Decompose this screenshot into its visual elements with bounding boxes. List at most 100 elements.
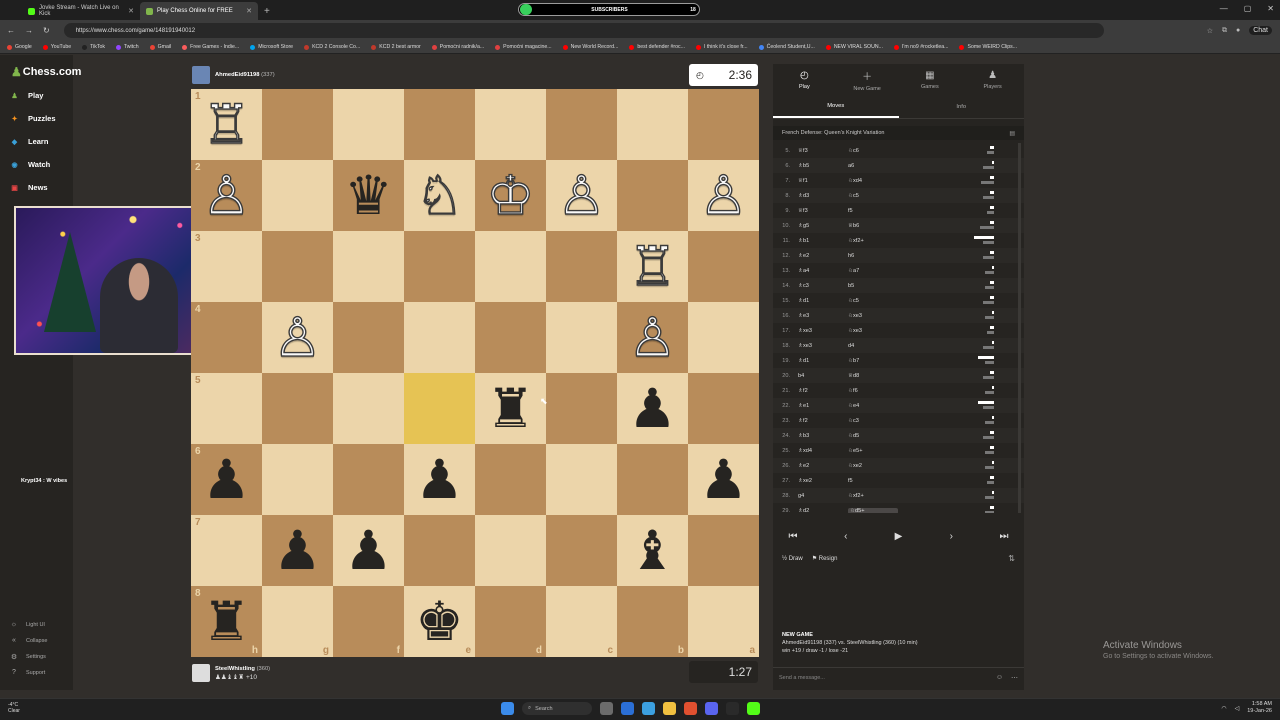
tab-play[interactable]: ◴ Play: [773, 64, 836, 95]
white-pawn-piece[interactable]: ♙: [202, 167, 252, 222]
square-f4[interactable]: [333, 302, 404, 373]
white-move[interactable]: ♗d1: [798, 298, 848, 304]
black-move[interactable]: b5: [848, 283, 898, 289]
white-move[interactable]: ♗xe3: [798, 343, 848, 349]
tab-new-game[interactable]: ＋ New Game: [836, 64, 899, 95]
black-king-piece[interactable]: ♚: [415, 594, 463, 649]
chesscom-logo[interactable]: ♟ Chess.com: [11, 65, 81, 79]
bookmark[interactable]: New World Record...: [562, 44, 618, 50]
white-move[interactable]: ♕f1: [798, 178, 848, 184]
bookmark[interactable]: KCD 2 Console Co...: [304, 44, 360, 50]
white-move[interactable]: ♗d2: [798, 508, 848, 514]
white-move[interactable]: ♗xe3: [798, 328, 848, 334]
black-move[interactable]: ♕b6: [848, 223, 898, 229]
black-pawn-piece[interactable]: ♟: [344, 523, 392, 578]
white-move[interactable]: ♗e2: [798, 253, 848, 259]
white-move[interactable]: ♗c3: [798, 283, 848, 289]
square-f6[interactable]: [333, 444, 404, 515]
white-pawn-piece[interactable]: ♙: [628, 309, 678, 364]
store-icon[interactable]: [621, 702, 634, 715]
top-player-name[interactable]: AhmedEid91198: [215, 72, 259, 78]
black-move[interactable]: f5: [848, 478, 898, 484]
tab-info[interactable]: Info: [899, 95, 1025, 118]
white-move[interactable]: b4: [798, 373, 848, 379]
sidebar-item-play[interactable]: ♟ Play: [10, 91, 43, 100]
avatar[interactable]: [192, 664, 210, 682]
square-h1[interactable]: 1 ♖: [191, 89, 262, 160]
white-move[interactable]: g4: [798, 493, 848, 499]
emoji-icon[interactable]: ☺: [996, 674, 1003, 682]
sidebar-footer-support[interactable]: ? Support: [10, 669, 45, 676]
black-pawn-piece[interactable]: ♟: [699, 452, 747, 507]
discord-icon[interactable]: [705, 702, 718, 715]
browser-tab[interactable]: Jovke Stream - Watch Live on Kick ✕: [22, 2, 140, 20]
play-moves-icon[interactable]: ▶: [888, 531, 910, 542]
reload-icon[interactable]: ↻: [43, 26, 50, 35]
tab-games[interactable]: ▦ Games: [899, 64, 962, 95]
bookmark[interactable]: KCD 2 best armor: [371, 44, 421, 50]
bookmark[interactable]: Pomoćni magacine...: [495, 44, 552, 50]
next-move-icon[interactable]: ›: [940, 531, 962, 542]
bookmark[interactable]: YouTube: [42, 44, 71, 50]
black-move[interactable]: ♘f6: [848, 388, 898, 394]
close-icon[interactable]: ✕: [1267, 4, 1274, 13]
square-a8[interactable]: a: [688, 586, 759, 657]
square-c1[interactable]: [546, 89, 617, 160]
clock[interactable]: 1:58 AM 19-Jan-26: [1247, 701, 1272, 715]
white-rook-piece[interactable]: ♖: [628, 238, 678, 293]
white-king-piece[interactable]: ♔: [486, 167, 536, 222]
move-list-scrollbar[interactable]: [1018, 143, 1021, 513]
square-h2[interactable]: 2 ♙: [191, 160, 262, 231]
more-icon[interactable]: ⋯: [1011, 674, 1018, 682]
black-move[interactable]: ♘d5+: [848, 507, 898, 513]
square-d8[interactable]: d: [475, 586, 546, 657]
black-move[interactable]: ♘xe2: [848, 463, 898, 469]
bookmark[interactable]: Gmail: [149, 44, 171, 50]
bookmark[interactable]: Google: [7, 44, 32, 50]
white-move[interactable]: ♗e2: [798, 463, 848, 469]
black-move[interactable]: a6: [848, 163, 898, 169]
white-move[interactable]: ♗b5: [798, 163, 848, 169]
close-tab-icon[interactable]: ✕: [128, 7, 134, 15]
square-h5[interactable]: 5: [191, 373, 262, 444]
square-b1[interactable]: [617, 89, 688, 160]
black-move[interactable]: ♘e4: [848, 403, 898, 409]
black-rook-piece[interactable]: ♜: [202, 594, 250, 649]
obs-icon[interactable]: [726, 702, 739, 715]
square-c6[interactable]: [546, 444, 617, 515]
black-move[interactable]: ♘c5: [848, 193, 898, 199]
black-bishop-piece[interactable]: ♝: [628, 523, 676, 578]
square-g3[interactable]: [262, 231, 333, 302]
sidebar-footer-light-ui[interactable]: ☼ Light UI: [10, 621, 45, 628]
square-g4[interactable]: ♙: [262, 302, 333, 373]
star-icon[interactable]: ☆: [1207, 27, 1213, 35]
square-h7[interactable]: 7: [191, 515, 262, 586]
url-input[interactable]: https://www.chess.com/game/148191940012: [63, 23, 1104, 38]
square-b6[interactable]: [617, 444, 688, 515]
white-move[interactable]: ♕f3: [798, 208, 848, 214]
square-f3[interactable]: [333, 231, 404, 302]
square-d4[interactable]: [475, 302, 546, 373]
square-a6[interactable]: ♟: [688, 444, 759, 515]
square-e8[interactable]: e ♚: [404, 586, 475, 657]
square-a2[interactable]: ♙: [688, 160, 759, 231]
chess-board[interactable]: 1 ♖ 2 ♙ ♛ ♘ ♔ ♙ ♙ 3 ♖ 4 ♙ ♙ 5 ♜ ♟ 6 ♟ ♟ ♟ 7 ♟ ♟ ♝ 8 h ♜ g f e ♚ d c b a: [191, 89, 759, 657]
black-move[interactable]: ♘a7: [848, 268, 898, 274]
back-icon[interactable]: ←: [7, 26, 15, 35]
bookmark[interactable]: Twitch: [115, 44, 139, 50]
black-pawn-piece[interactable]: ♟: [628, 381, 676, 436]
bookmark[interactable]: Microsoft Store: [250, 44, 293, 50]
square-b8[interactable]: b: [617, 586, 688, 657]
square-c5[interactable]: [546, 373, 617, 444]
black-move[interactable]: h6: [848, 253, 898, 259]
white-move[interactable]: ♗xe2: [798, 478, 848, 484]
square-c8[interactable]: c: [546, 586, 617, 657]
white-move[interactable]: ♗e3: [798, 313, 848, 319]
maximize-icon[interactable]: ▢: [1244, 4, 1252, 13]
square-f2[interactable]: ♛: [333, 160, 404, 231]
black-move[interactable]: ♘xe3: [848, 328, 898, 334]
draw-button[interactable]: ½ Draw: [782, 556, 803, 562]
white-move[interactable]: ♗xd4: [798, 448, 848, 454]
black-move[interactable]: ♘xe3: [848, 313, 898, 319]
square-f7[interactable]: ♟: [333, 515, 404, 586]
